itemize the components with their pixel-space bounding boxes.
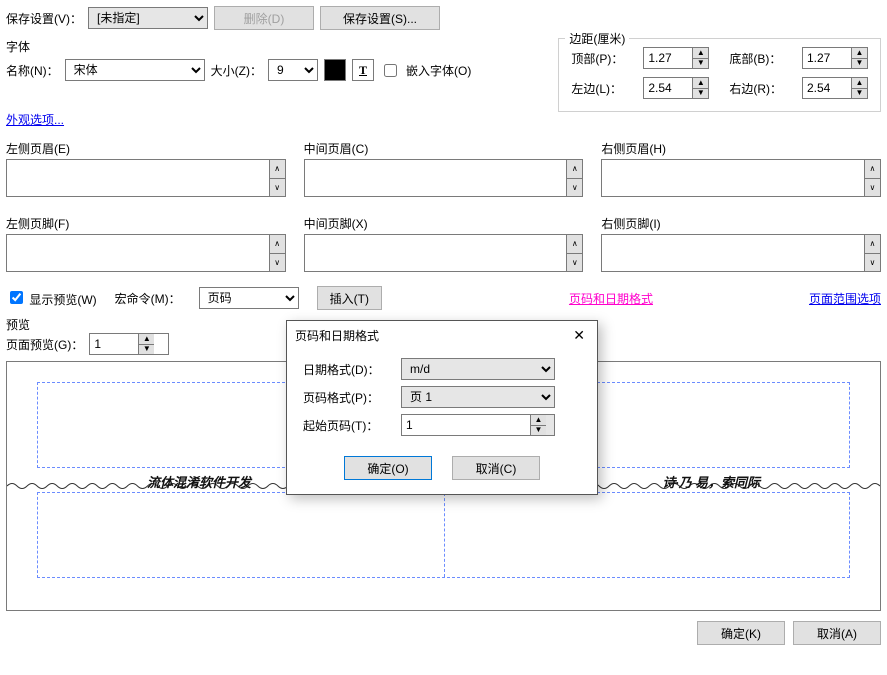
embed-font-checkbox[interactable] — [384, 64, 397, 77]
font-group-label: 字体 — [6, 38, 538, 55]
show-preview-label: 显示预览(W) — [29, 293, 96, 307]
preview-text-right: 诗·乃 易，索同际 — [662, 472, 760, 491]
center-header-input[interactable] — [304, 159, 568, 197]
margin-left-label: 左边(L)： — [571, 80, 623, 97]
save-settings-button[interactable]: 保存设置(S)... — [320, 6, 440, 30]
save-settings-label: 保存设置(V)： — [6, 10, 82, 27]
font-name-select[interactable]: 宋体 — [65, 59, 205, 81]
right-footer-label: 右侧页脚(I) — [601, 215, 881, 232]
delete-button[interactable]: 删除(D) — [214, 6, 314, 30]
center-header-label: 中间页眉(C) — [304, 140, 584, 157]
left-footer-input[interactable] — [6, 234, 270, 272]
page-date-format-link[interactable]: 页码和日期格式 — [569, 290, 653, 307]
font-size-label: 大小(Z)： — [211, 62, 262, 79]
margin-left-spinner[interactable]: ▲▼ — [643, 77, 709, 99]
left-header-label: 左侧页眉(E) — [6, 140, 286, 157]
margins-group: 边距(厘米) 顶部(P)： ▲▼ 底部(B)： ▲▼ 左边(L)： ▲▼ 右边(… — [558, 38, 881, 112]
margin-bottom-spinner[interactable]: ▲▼ — [802, 47, 868, 69]
spin-up-icon[interactable]: ▲ — [693, 48, 708, 59]
page-range-options-link[interactable]: 页面范围选项 — [809, 290, 881, 307]
page-preview-spinner[interactable]: ▲▼ — [89, 333, 169, 355]
left-header-input[interactable] — [6, 159, 270, 197]
cancel-button[interactable]: 取消(A) — [793, 621, 881, 645]
margin-right-spinner[interactable]: ▲▼ — [802, 77, 868, 99]
preview-text-left: 流体混淆软件开发 — [147, 472, 251, 491]
page-preview-label: 页面预览(G)： — [6, 336, 83, 353]
dialog-title: 页码和日期格式 — [295, 327, 379, 344]
macro-select[interactable]: 页码 — [199, 287, 299, 309]
margin-right-label: 右边(R)： — [729, 80, 782, 97]
center-footer-input[interactable] — [304, 234, 568, 272]
dialog-ok-button[interactable]: 确定(O) — [344, 456, 432, 480]
page-format-label: 页码格式(P)： — [303, 389, 395, 406]
margins-group-label: 边距(厘米) — [565, 30, 629, 47]
date-format-select[interactable]: m/d — [401, 358, 555, 380]
right-header-label: 右侧页眉(H) — [601, 140, 881, 157]
page-format-select[interactable]: 页 1 — [401, 386, 555, 408]
margin-top-label: 顶部(P)： — [571, 50, 623, 67]
date-format-label: 日期格式(D)： — [303, 361, 395, 378]
insert-button[interactable]: 插入(T) — [317, 286, 382, 310]
show-preview-checkbox[interactable] — [10, 291, 23, 304]
underline-toggle[interactable]: T — [352, 59, 374, 81]
embed-font-label: 嵌入字体(O) — [406, 62, 471, 79]
ok-button[interactable]: 确定(K) — [697, 621, 785, 645]
save-settings-select[interactable]: [未指定] — [88, 7, 208, 29]
center-footer-label: 中间页脚(X) — [304, 215, 584, 232]
macro-label: 宏命令(M)： — [115, 290, 181, 307]
font-size-select[interactable]: 9 — [268, 59, 318, 81]
appearance-options-link[interactable]: 外观选项... — [6, 113, 64, 127]
left-footer-label: 左侧页脚(F) — [6, 215, 286, 232]
start-page-spinner[interactable]: ▲▼ — [401, 414, 555, 436]
margin-bottom-label: 底部(B)： — [729, 50, 782, 67]
close-icon[interactable]: ✕ — [569, 327, 589, 344]
page-date-format-dialog: 页码和日期格式 ✕ 日期格式(D)： m/d 页码格式(P)： 页 1 起始页码… — [286, 320, 598, 495]
start-page-label: 起始页码(T)： — [303, 417, 395, 434]
right-footer-input[interactable] — [601, 234, 865, 272]
margin-top-spinner[interactable]: ▲▼ — [643, 47, 709, 69]
font-name-label: 名称(N)： — [6, 62, 59, 79]
right-header-input[interactable] — [601, 159, 865, 197]
spin-down-icon[interactable]: ▼ — [693, 59, 708, 69]
dialog-cancel-button[interactable]: 取消(C) — [452, 456, 540, 480]
font-color-swatch[interactable] — [324, 59, 346, 81]
